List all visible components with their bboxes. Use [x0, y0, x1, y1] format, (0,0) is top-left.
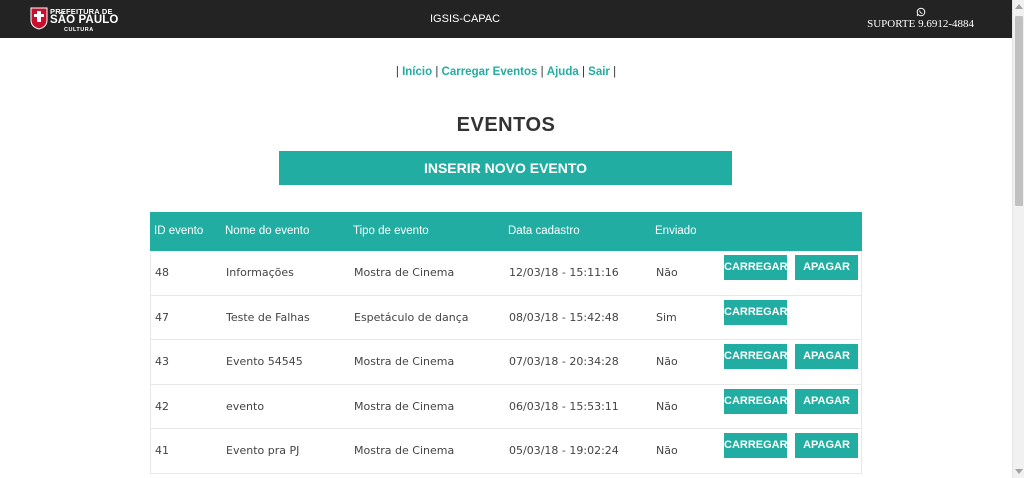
menu-link-carregar-eventos[interactable]: Carregar Eventos [442, 66, 538, 78]
logo-line3: CULTURA [64, 27, 94, 33]
table-row: 43 Evento 54545 Mostra de Cinema 07/03/1… [150, 340, 862, 385]
cell-data: 12/03/18 - 15:11:16 [509, 266, 619, 279]
cell-data: 06/03/18 - 15:53:11 [509, 399, 619, 413]
cell-nome: evento [226, 399, 265, 413]
apagar-button[interactable]: APAGAR [795, 344, 858, 369]
cell-tipo: Mostra de Cinema [354, 355, 455, 368]
cell-nome: Teste de Falhas [226, 310, 310, 324]
whatsapp-icon [916, 7, 925, 17]
logo-line2: SÃO PAULO [50, 14, 119, 26]
menu-separator: | [613, 66, 617, 78]
events-table: ID evento Nome do evento Tipo de evento … [150, 212, 862, 474]
cell-nome: Evento 54545 [226, 355, 303, 368]
scroll-thumb[interactable] [1015, 16, 1023, 206]
header-enviado: Enviado [655, 225, 697, 237]
scroll-down-arrow-icon[interactable] [1015, 469, 1023, 474]
carregar-button[interactable]: CARREGAR [724, 299, 788, 325]
carregar-button[interactable]: CARREGAR [724, 388, 788, 414]
page-title: EVENTOS [456, 114, 556, 136]
cell-enviado: Não [656, 399, 678, 413]
apagar-button[interactable]: APAGAR [795, 433, 858, 458]
app-brand[interactable]: IGSIS-CAPAC [430, 13, 500, 25]
header-nome: Nome do evento [225, 225, 310, 237]
cell-nome: Informações [226, 266, 294, 279]
cell-tipo: Espetáculo de dança [354, 310, 469, 324]
cell-data: 08/03/18 - 15:42:48 [509, 310, 619, 324]
cell-enviado: Não [656, 355, 678, 368]
support-contact: SUPORTE 9.6912-4884 [867, 7, 974, 30]
prefeitura-logo[interactable]: PREFEITURA DE SÃO PAULO CULTURA [30, 6, 120, 34]
scroll-up-arrow-icon[interactable] [1015, 4, 1023, 9]
apagar-button[interactable]: APAGAR [795, 255, 858, 280]
cell-enviado: Sim [656, 310, 677, 324]
cell-tipo: Mostra de Cinema [354, 444, 455, 457]
menu-separator: | [581, 66, 585, 78]
table-row: 41 Evento pra PJ Mostra de Cinema 05/03/… [150, 429, 862, 474]
table-row: 42 evento Mostra de Cinema 06/03/18 - 15… [150, 384, 862, 429]
header-data: Data cadastro [508, 225, 580, 237]
top-navbar: PREFEITURA DE SÃO PAULO CULTURA IGSIS-CA… [0, 0, 1012, 38]
menu-link-sair[interactable]: Sair [588, 66, 610, 78]
cell-id: 47 [155, 310, 169, 324]
cell-enviado: Não [656, 444, 678, 457]
carregar-button[interactable]: CARREGAR [724, 433, 788, 458]
page-scrollbar[interactable] [1012, 0, 1024, 478]
cell-id: 41 [155, 444, 169, 457]
main-menu: | Início | Carregar Eventos | Ajuda | Sa… [0, 66, 1012, 78]
menu-separator: | [435, 66, 439, 78]
carregar-button[interactable]: CARREGAR [724, 344, 788, 369]
support-phone: SUPORTE 9.6912-4884 [867, 18, 974, 30]
cell-nome: Evento pra PJ [226, 444, 300, 457]
cell-tipo: Mostra de Cinema [354, 399, 455, 413]
table-header: ID evento Nome do evento Tipo de evento … [150, 212, 862, 251]
header-tipo: Tipo de evento [353, 225, 429, 237]
cell-id: 43 [155, 355, 169, 368]
cell-id: 42 [155, 399, 169, 413]
cell-tipo: Mostra de Cinema [354, 266, 455, 279]
table-row: 47 Teste de Falhas Espetáculo de dança 0… [150, 295, 862, 340]
insert-new-event-button[interactable]: INSERIR NOVO EVENTO [279, 151, 732, 185]
carregar-button[interactable]: CARREGAR [724, 255, 788, 280]
cell-data: 05/03/18 - 19:02:24 [509, 444, 619, 457]
menu-link-inicio[interactable]: Início [402, 66, 432, 78]
apagar-button[interactable]: APAGAR [795, 388, 858, 414]
header-id: ID evento [154, 225, 204, 237]
menu-separator: | [395, 66, 399, 78]
table-row: 48 Informações Mostra de Cinema 12/03/18… [150, 251, 862, 296]
cell-id: 48 [155, 266, 169, 279]
menu-separator: | [540, 66, 544, 78]
city-crest-icon [30, 7, 48, 30]
cell-enviado: Não [656, 266, 678, 279]
cell-data: 07/03/18 - 20:34:28 [509, 355, 619, 368]
menu-link-ajuda[interactable]: Ajuda [547, 66, 579, 78]
